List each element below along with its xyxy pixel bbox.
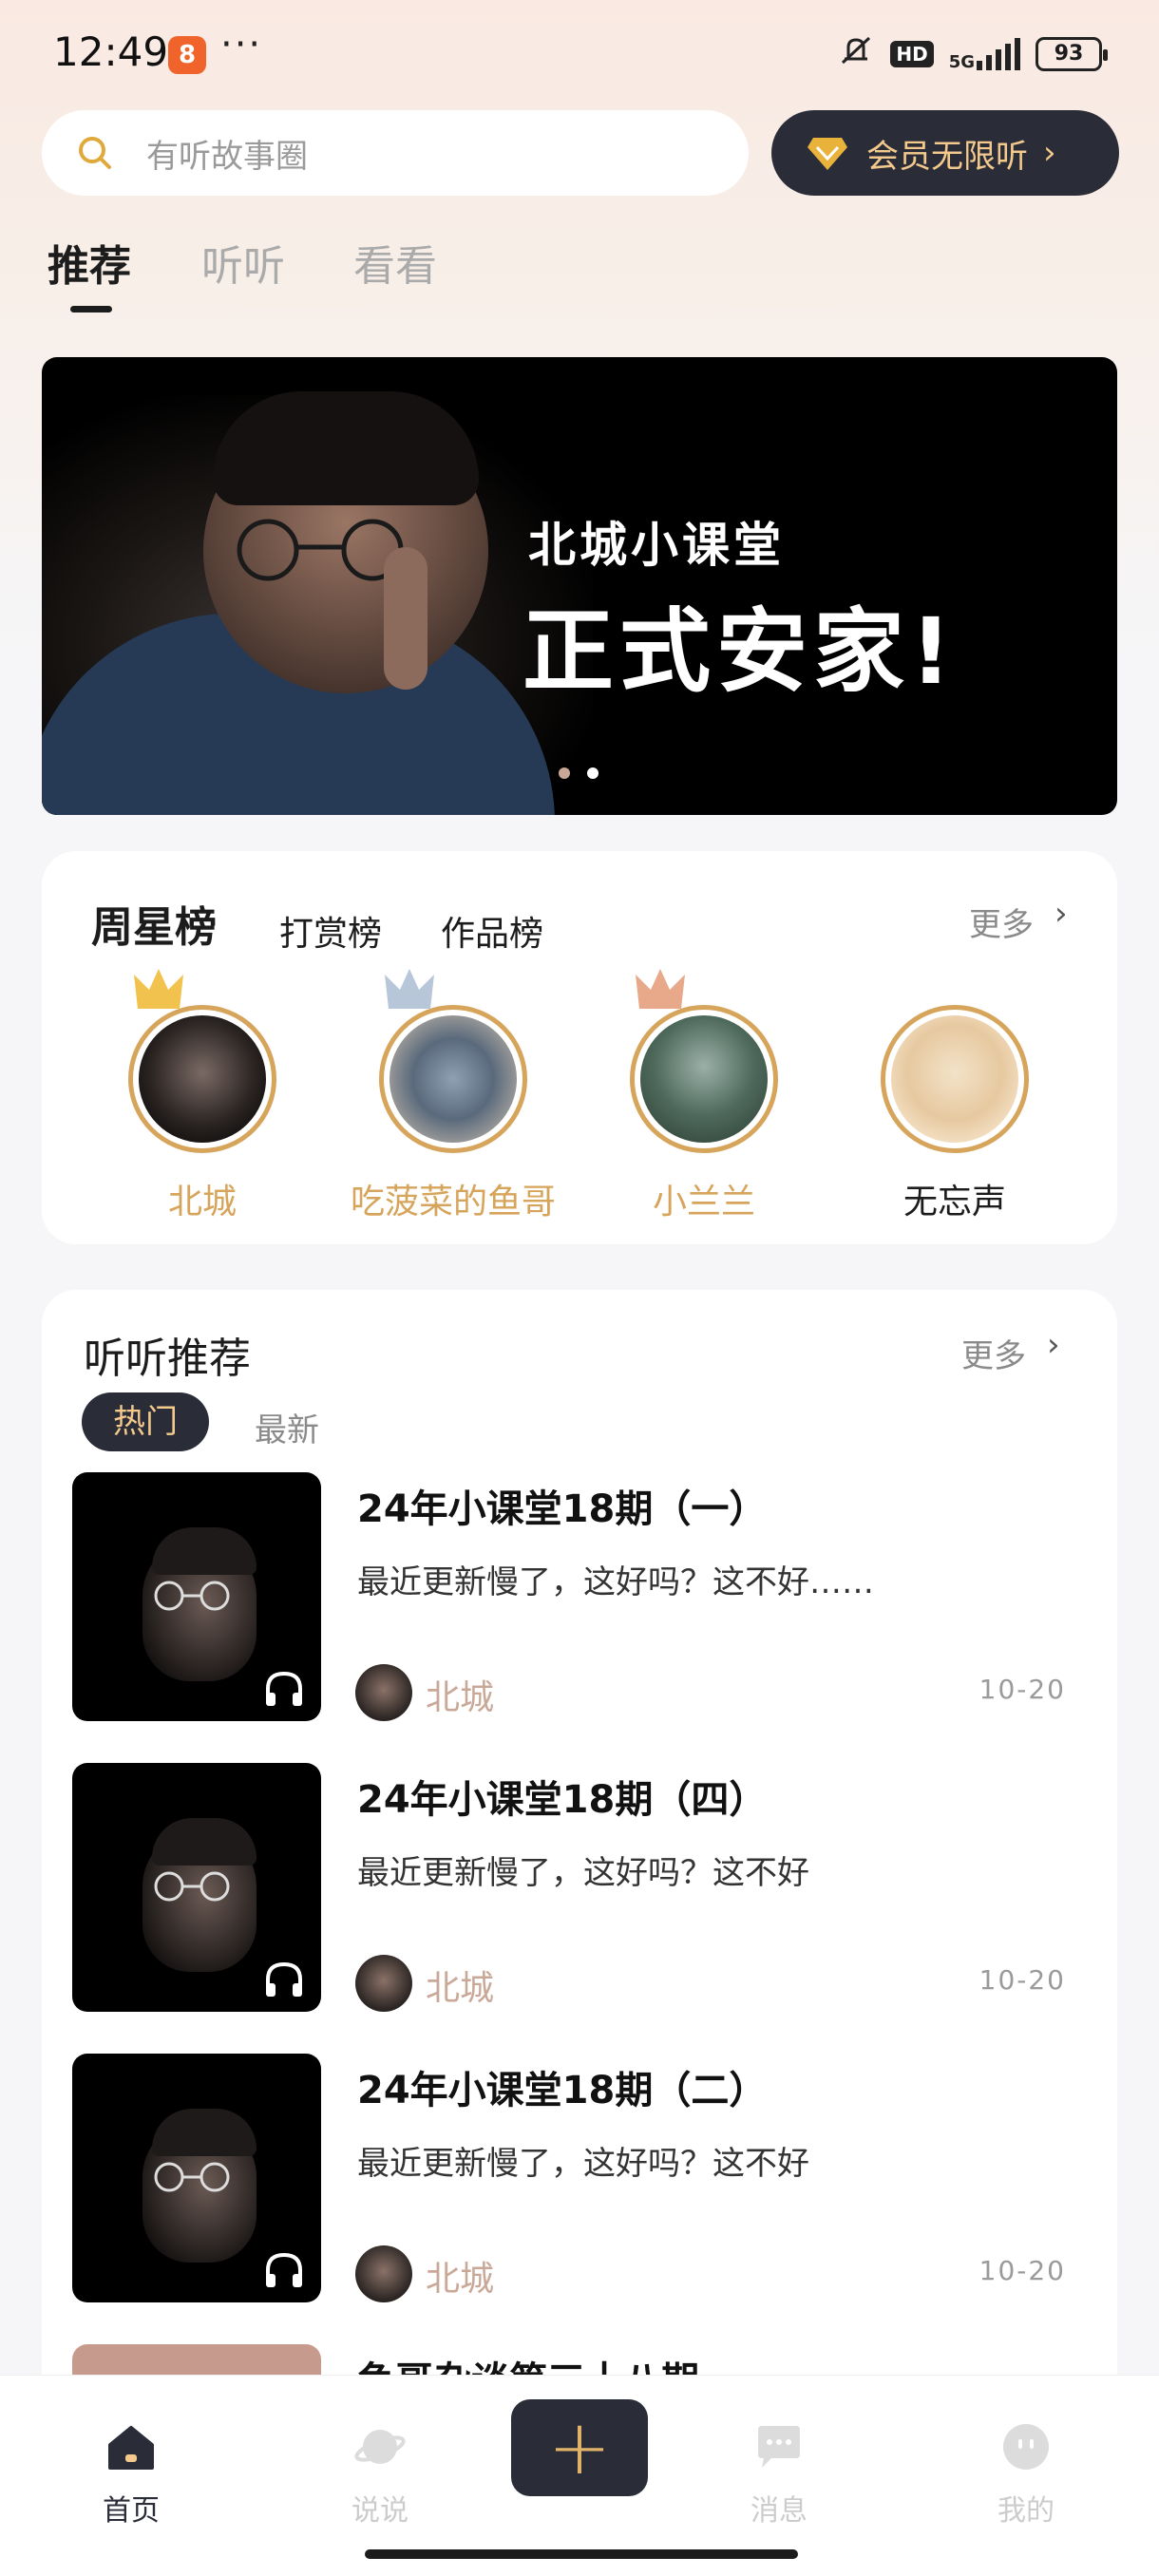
banner-person-finger bbox=[384, 547, 428, 690]
chevron-right-icon[interactable]: › bbox=[1054, 895, 1068, 933]
chevron-right-icon[interactable]: › bbox=[1047, 1326, 1060, 1364]
author-avatar[interactable] bbox=[355, 2245, 412, 2302]
item-title: 24年小课堂18期（二） bbox=[357, 2069, 768, 2112]
signal-icon: 5G bbox=[949, 38, 1020, 71]
mute-icon bbox=[837, 34, 875, 74]
list-item[interactable]: 24年小课堂18期（二） 最近更新慢了，这好吗？这不好 北城 10-20 bbox=[72, 2054, 1079, 2304]
cover-image bbox=[72, 1472, 321, 1721]
plus-icon: + bbox=[547, 2403, 612, 2491]
battery-icon: 93 bbox=[1036, 37, 1108, 71]
author-name[interactable]: 北城 bbox=[426, 2251, 494, 2301]
status-indicators: HD 5G 93 bbox=[837, 34, 1108, 74]
filter-chip-new[interactable]: 最新 bbox=[255, 1404, 319, 1450]
status-time: 12:49 bbox=[53, 28, 169, 75]
banner-title-line1: 北城小课堂 bbox=[528, 518, 785, 573]
item-description: 最近更新慢了，这好吗？这不好 bbox=[357, 1854, 809, 1892]
recommend-more-link[interactable]: 更多 bbox=[961, 1330, 1026, 1376]
avatar bbox=[128, 1005, 276, 1153]
star-name: 吃菠菜的鱼哥 bbox=[350, 1183, 556, 1222]
home-icon bbox=[108, 2426, 154, 2470]
author-avatar[interactable] bbox=[355, 1955, 412, 2012]
profile-icon bbox=[1003, 2424, 1049, 2470]
banner-person-hair bbox=[213, 391, 479, 505]
item-date: 10-20 bbox=[978, 2255, 1066, 2286]
star-board-more-link[interactable]: 更多 bbox=[969, 899, 1034, 945]
banner-carousel[interactable]: 北城小课堂 正式安家! bbox=[42, 357, 1117, 815]
banner-title-line2: 正式安家! bbox=[522, 598, 958, 705]
item-description: 最近更新慢了，这好吗？这不好…… bbox=[357, 1563, 874, 1601]
headphones-icon bbox=[266, 2252, 302, 2287]
nav-label: 我的 bbox=[998, 2494, 1054, 2528]
app-notification-icon: 8 bbox=[168, 36, 206, 74]
rank-tab-reward[interactable]: 打赏榜 bbox=[279, 906, 382, 956]
headphones-icon bbox=[266, 1671, 302, 1706]
tab-recommend[interactable]: 推荐 bbox=[48, 232, 131, 293]
search-input[interactable]: 有听故事圈 bbox=[42, 110, 749, 196]
nav-messages[interactable]: 消息 bbox=[703, 2420, 855, 2529]
star-name: 无忘声 bbox=[902, 1183, 1006, 1222]
tab-indicator bbox=[70, 306, 112, 313]
vip-label: 会员无限听 bbox=[866, 137, 1028, 176]
star-name: 小兰兰 bbox=[652, 1183, 755, 1222]
status-overflow-icon: ··· bbox=[220, 23, 263, 66]
author-name[interactable]: 北城 bbox=[426, 1960, 494, 2010]
avatar bbox=[630, 1005, 778, 1153]
author-name[interactable]: 北城 bbox=[426, 1670, 494, 1719]
nav-profile[interactable]: 我的 bbox=[950, 2420, 1102, 2529]
list-item[interactable]: 24年小课堂18期（一） 最近更新慢了，这好吗？这不好…… 北城 10-20 bbox=[72, 1472, 1079, 1723]
banner-dot-1[interactable] bbox=[559, 767, 570, 779]
avatar bbox=[379, 1005, 527, 1153]
nav-label: 首页 bbox=[103, 2494, 160, 2528]
home-indicator[interactable] bbox=[365, 2549, 798, 2559]
rank-tab-weekly-star[interactable]: 周星榜 bbox=[91, 893, 217, 954]
add-button[interactable]: + bbox=[511, 2399, 648, 2496]
banner-dot-2[interactable] bbox=[587, 767, 598, 779]
search-placeholder: 有听故事圈 bbox=[146, 137, 308, 176]
chevron-right-icon: › bbox=[1043, 134, 1056, 172]
star-item-2[interactable]: 吃菠菜的鱼哥 bbox=[344, 961, 562, 1223]
item-date: 10-20 bbox=[978, 1964, 1066, 1996]
author-avatar[interactable] bbox=[355, 1664, 412, 1721]
nav-label: 消息 bbox=[750, 2494, 808, 2528]
item-title: 24年小课堂18期（四） bbox=[357, 1778, 768, 1822]
filter-chip-hot[interactable]: 热门 bbox=[82, 1392, 209, 1451]
cover-image bbox=[72, 1763, 321, 2012]
section-title: 听听推荐 bbox=[84, 1335, 251, 1383]
item-title: 24年小课堂18期（一） bbox=[357, 1487, 768, 1531]
nav-posts[interactable]: 说说 bbox=[304, 2420, 456, 2529]
list-item[interactable]: 24年小课堂18期（四） 最近更新慢了，这好吗？这不好 北城 10-20 bbox=[72, 1763, 1079, 2014]
item-date: 10-20 bbox=[978, 1674, 1066, 1705]
hd-badge: HD bbox=[890, 41, 934, 67]
nav-label: 说说 bbox=[352, 2494, 408, 2528]
planet-icon bbox=[354, 2430, 406, 2464]
vip-unlimited-button[interactable]: 会员无限听 › bbox=[771, 110, 1119, 196]
avatar bbox=[881, 1005, 1029, 1153]
star-item-4[interactable]: 无忘声 bbox=[846, 961, 1064, 1223]
search-icon bbox=[79, 137, 111, 169]
star-item-1[interactable]: 北城 bbox=[93, 961, 312, 1223]
headphones-icon bbox=[266, 1961, 302, 1997]
chat-bubble-icon bbox=[758, 2426, 800, 2468]
star-name: 北城 bbox=[167, 1183, 237, 1222]
rank-tab-works[interactable]: 作品榜 bbox=[441, 906, 543, 956]
star-item-3[interactable]: 小兰兰 bbox=[595, 961, 813, 1223]
cover-image bbox=[72, 2054, 321, 2302]
diamond-icon bbox=[808, 138, 847, 170]
item-description: 最近更新慢了，这好吗？这不好 bbox=[357, 2145, 809, 2183]
tab-watch[interactable]: 看看 bbox=[353, 232, 437, 293]
tab-listen[interactable]: 听听 bbox=[201, 232, 285, 293]
nav-home[interactable]: 首页 bbox=[55, 2420, 207, 2529]
